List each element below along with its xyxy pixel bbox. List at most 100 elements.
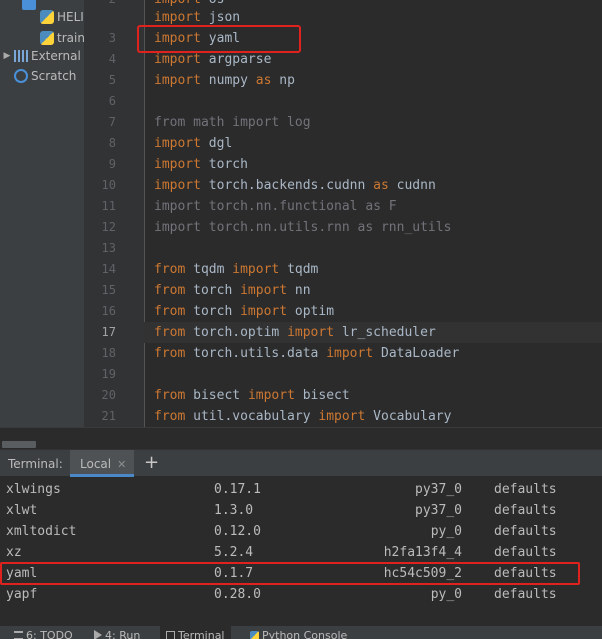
terminal-row: xlwings 0.17.1 py37_0 defaults (0, 479, 602, 500)
folder-icon (22, 0, 36, 10)
scrollbar-thumb[interactable] (2, 441, 36, 448)
line-number: 11 (101, 199, 116, 213)
line-number: 15 (101, 283, 116, 297)
code-line[interactable]: import dgl (154, 133, 232, 154)
tree-item-external-libraries[interactable]: ▶ External (0, 46, 81, 66)
code-line[interactable]: import torch.nn.utils.rnn as rnn_utils (154, 217, 451, 238)
package-version: 1.3.0 (214, 503, 254, 518)
tree-item-label: HELI (57, 10, 84, 24)
code-line[interactable]: from util.vocabulary import Vocabulary (154, 406, 451, 427)
tree-item-file[interactable]: train (40, 28, 85, 48)
package-channel: defaults (494, 545, 557, 560)
terminal-row: xz 5.2.4 h2fa13f4_4 defaults (0, 542, 602, 563)
package-build: py_0 (430, 587, 462, 602)
package-build: py37_0 (415, 482, 462, 497)
line-number: 3 (108, 31, 116, 45)
play-icon (94, 630, 102, 639)
tool-python-console-button[interactable]: Python Console (250, 629, 347, 639)
tree-item-root[interactable] (22, 0, 39, 13)
highlight-box-yaml-package (0, 562, 580, 585)
highlight-box-import-yaml (137, 25, 301, 53)
tool-label: 4: Run (105, 629, 141, 639)
code-line[interactable]: import torch.nn.functional as F (154, 196, 397, 217)
code-line[interactable]: from math import log (154, 112, 311, 133)
code-line[interactable]: import numpy as np (154, 70, 295, 91)
code-line-current[interactable]: from torch.optim import lr_scheduler (144, 322, 602, 343)
line-number: 9 (108, 157, 116, 171)
tool-label: Python Console (262, 629, 348, 639)
line-number: 10 (101, 178, 116, 192)
line-number: 21 (101, 409, 116, 423)
line-number: 12 (101, 220, 116, 234)
tool-label: Terminal (178, 629, 225, 639)
terminal-header: Terminal: Local ✕ + (0, 449, 602, 477)
python-icon (250, 631, 259, 639)
package-channel: defaults (494, 482, 557, 497)
tool-window-bar: 6: TODO 4: Run Terminal Python Console (0, 625, 602, 639)
line-number: 2 (86, 0, 116, 10)
line-number: 4 (108, 52, 116, 66)
package-build: h2fa13f4_4 (383, 545, 462, 560)
line-number: 7 (108, 115, 116, 129)
terminal-row: xmltodict 0.12.0 py_0 defaults (0, 521, 602, 542)
tree-item-scratches[interactable]: Scratch (14, 66, 76, 86)
tree-item-file[interactable]: HELI (40, 7, 84, 27)
python-file-icon (40, 10, 54, 24)
terminal-row: yapf 0.28.0 py_0 defaults (0, 584, 602, 605)
package-name: xz (6, 545, 22, 560)
package-channel: defaults (494, 524, 557, 539)
code-line[interactable]: from torch import optim (154, 301, 334, 322)
line-number: 19 (101, 367, 116, 381)
tree-item-label: train (57, 31, 85, 45)
line-number: 16 (101, 304, 116, 318)
code-line[interactable]: from torch import nn (154, 280, 311, 301)
line-number: 6 (108, 94, 116, 108)
line-number-gutter: 2 3 4 5 6 7 8 9 10 11 12 13 14 15 16 17 … (84, 0, 144, 427)
package-version: 0.12.0 (214, 524, 261, 539)
line-number: 13 (101, 241, 116, 255)
terminal-icon (166, 631, 175, 639)
tab-local[interactable]: Local ✕ (70, 450, 135, 477)
chevron-right-icon[interactable]: ▶ (0, 51, 14, 61)
line-number: 5 (108, 73, 116, 87)
close-icon[interactable]: ✕ (117, 458, 126, 471)
list-icon (14, 631, 23, 639)
line-number: 20 (101, 388, 116, 402)
package-version: 5.2.4 (214, 545, 254, 560)
tool-todo-button[interactable]: 6: TODO (14, 629, 73, 639)
package-build: py37_0 (415, 503, 462, 518)
package-version: 0.28.0 (214, 587, 261, 602)
scratch-icon (14, 69, 28, 83)
line-number-current: 17 (101, 325, 116, 339)
package-name: xlwings (6, 482, 61, 497)
code-line[interactable]: import torch (154, 154, 248, 175)
terminal-output[interactable]: xlwings 0.17.1 py37_0 defaults xlwt 1.3.… (0, 477, 602, 625)
code-line[interactable]: from torch.utils.data import DataLoader (154, 343, 459, 364)
code-editor[interactable]: import os import json import yaml import… (144, 0, 602, 427)
package-channel: defaults (494, 503, 557, 518)
line-number: 18 (101, 346, 116, 360)
code-line[interactable]: from bisect import bisect (154, 385, 350, 406)
code-line[interactable]: import torch.backends.cudnn as cudnn (154, 175, 436, 196)
tool-terminal-button[interactable]: Terminal (160, 626, 231, 639)
package-version: 0.17.1 (214, 482, 261, 497)
tool-label: 6: TODO (26, 629, 73, 639)
package-channel: defaults (494, 587, 557, 602)
python-file-icon (40, 31, 54, 45)
terminal-row: xlwt 1.3.0 py37_0 defaults (0, 500, 602, 521)
tool-run-button[interactable]: 4: Run (94, 629, 140, 639)
package-build: py_0 (430, 524, 462, 539)
horizontal-scrollbar[interactable] (0, 427, 602, 449)
package-name: xmltodict (6, 524, 77, 539)
line-number: 14 (101, 262, 116, 276)
code-line[interactable]: from tqdm import tqdm (154, 259, 318, 280)
package-name: xlwt (6, 503, 38, 518)
add-tab-icon[interactable]: + (144, 452, 159, 473)
package-name: yapf (6, 587, 38, 602)
terminal-title: Terminal: (8, 457, 63, 471)
tree-item-label: External (31, 49, 81, 63)
tab-label: Local (80, 457, 112, 471)
line-number: 8 (108, 136, 116, 150)
tree-item-label: Scratch (31, 69, 77, 83)
library-icon (14, 50, 28, 62)
